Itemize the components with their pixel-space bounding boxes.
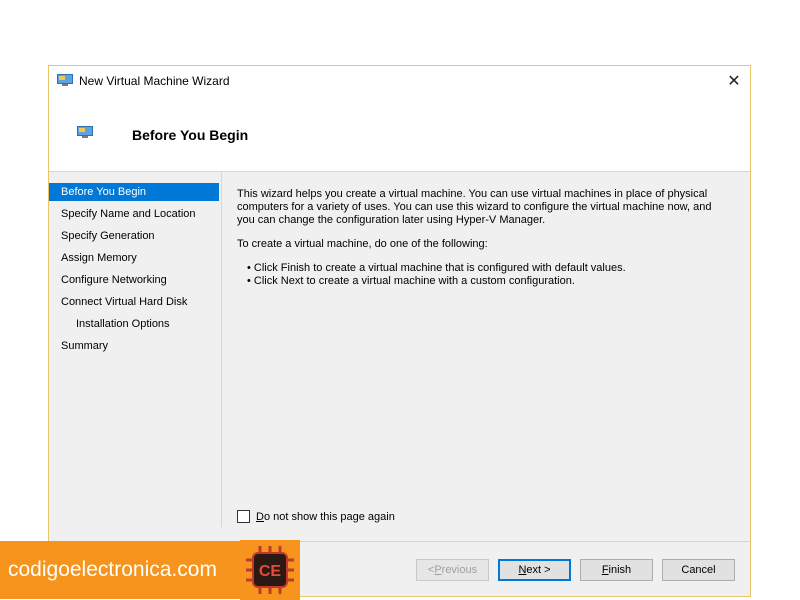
next-button[interactable]: Next > <box>498 559 571 581</box>
logo-text: CE <box>259 563 282 580</box>
list-item: Click Finish to create a virtual machine… <box>247 262 727 275</box>
step-assign-memory[interactable]: Assign Memory <box>49 249 219 267</box>
step-connect-virtual-hard-disk[interactable]: Connect Virtual Hard Disk <box>49 293 219 311</box>
content-area: This wizard helps you create a virtual m… <box>237 188 727 288</box>
close-button[interactable]: ✕ <box>718 66 750 96</box>
finish-button[interactable]: Finish <box>580 559 653 581</box>
dont-show-again-option[interactable]: Do not show this page again <box>237 510 395 523</box>
monitor-icon <box>57 74 73 86</box>
dont-show-again-checkbox[interactable] <box>237 510 250 523</box>
cancel-button[interactable]: Cancel <box>662 559 735 581</box>
previous-button[interactable]: < Previous <box>416 559 489 581</box>
dont-show-again-label: Do not show this page again <box>256 510 395 523</box>
step-installation-options[interactable]: Installation Options <box>49 315 219 333</box>
step-before-you-begin[interactable]: Before You Begin <box>49 183 219 201</box>
chip-logo-icon: CE <box>240 540 300 600</box>
step-specify-generation[interactable]: Specify Generation <box>49 227 219 245</box>
close-icon: ✕ <box>727 73 741 90</box>
watermark-text: codigoelectronica.com <box>0 541 240 599</box>
title-bar: New Virtual Machine Wizard ✕ <box>49 66 750 96</box>
step-specify-name-location[interactable]: Specify Name and Location <box>49 205 219 223</box>
instruction-text: To create a virtual machine, do one of t… <box>237 238 488 250</box>
intro-text: This wizard helps you create a virtual m… <box>237 188 712 226</box>
wizard-dialog: New Virtual Machine Wizard ✕ Before You … <box>48 65 751 597</box>
wizard-steps-nav: Before You Begin Specify Name and Locati… <box>49 183 219 359</box>
site-watermark: codigoelectronica.com CE <box>0 540 300 600</box>
list-item: Click Next to create a virtual machine w… <box>247 275 727 288</box>
option-list: Click Finish to create a virtual machine… <box>247 262 727 288</box>
window-title: New Virtual Machine Wizard <box>79 74 230 88</box>
step-summary[interactable]: Summary <box>49 337 219 355</box>
vertical-divider <box>221 172 222 527</box>
page-header: Before You Begin <box>49 96 750 172</box>
page-title: Before You Begin <box>132 127 249 143</box>
step-configure-networking[interactable]: Configure Networking <box>49 271 219 289</box>
monitor-icon <box>77 126 93 138</box>
